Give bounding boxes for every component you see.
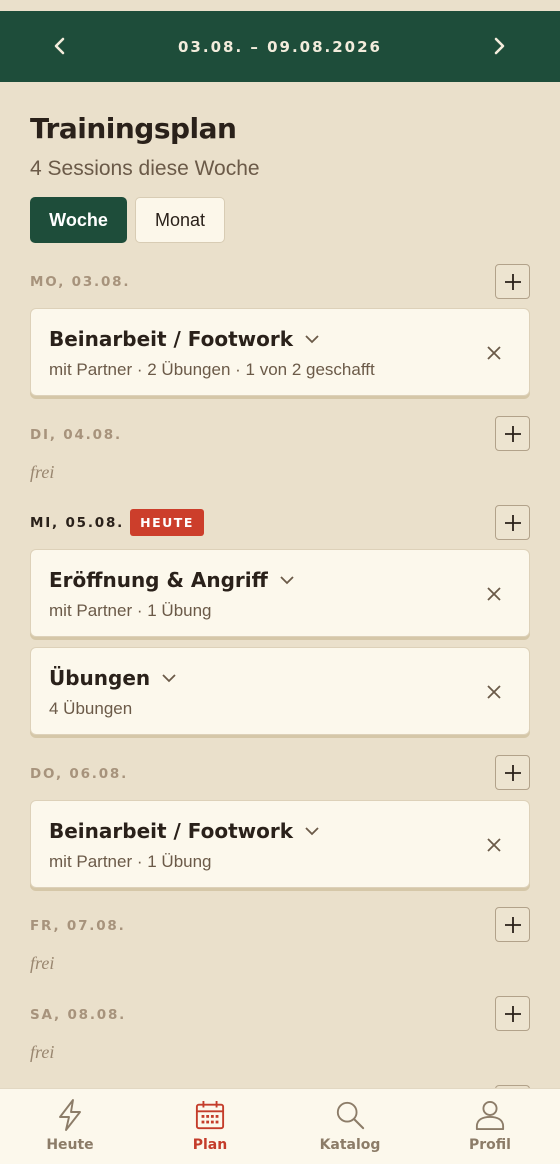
- session-title: Eröffnung & Angriff: [49, 568, 268, 592]
- chevron-down-icon[interactable]: [305, 334, 319, 344]
- session-card[interactable]: Eröffnung & Angriff mit Partner · 1 Übun…: [30, 549, 530, 637]
- chevron-left-icon: [54, 37, 65, 55]
- page-title: Trainingsplan: [30, 112, 237, 145]
- close-icon: [487, 838, 501, 852]
- view-week-button[interactable]: Woche: [30, 197, 127, 243]
- tab-label: Heute: [46, 1137, 94, 1153]
- session-meta: 4 Übungen: [49, 699, 133, 718]
- session-title: Beinarbeit / Footwork: [49, 819, 294, 843]
- today-badge: HEUTE: [130, 509, 204, 536]
- plus-icon: [504, 425, 521, 442]
- free-day-text: frei: [30, 1042, 55, 1062]
- add-session-button-monday[interactable]: [495, 264, 530, 299]
- day-label-friday: FR, 07.08.: [30, 918, 126, 934]
- chevron-right-icon: [494, 37, 505, 55]
- previous-week-button[interactable]: [42, 28, 78, 64]
- session-meta: mit Partner · 2 Übungen · 1 von 2 gescha…: [49, 360, 375, 379]
- tab-label: Plan: [192, 1137, 228, 1153]
- session-card[interactable]: Übungen 4 Übungen: [30, 647, 530, 735]
- remove-session-button[interactable]: [483, 681, 505, 703]
- week-range: 03.08. – 09.08.2026: [178, 37, 382, 56]
- add-session-button-tuesday[interactable]: [495, 416, 530, 451]
- free-day-text: frei: [30, 462, 55, 482]
- session-title-row: Übungen: [49, 666, 176, 690]
- day-label-saturday: SA, 08.08.: [30, 1007, 127, 1023]
- session-title: Übungen: [49, 666, 151, 690]
- add-session-button-wednesday[interactable]: [495, 505, 530, 540]
- plus-icon: [504, 1005, 521, 1022]
- user-icon: [475, 1099, 505, 1131]
- calendar-icon: [195, 1099, 225, 1131]
- close-icon: [487, 587, 501, 601]
- day-label-thursday: DO, 06.08.: [30, 766, 129, 782]
- add-session-button-thursday[interactable]: [495, 755, 530, 790]
- remove-session-button[interactable]: [483, 583, 505, 605]
- day-label-monday: MO, 03.08.: [30, 274, 131, 290]
- free-day-text: frei: [30, 953, 55, 973]
- remove-session-button[interactable]: [483, 834, 505, 856]
- week-header: 03.08. – 09.08.2026: [0, 11, 560, 82]
- add-session-button-friday[interactable]: [495, 907, 530, 942]
- chevron-down-icon[interactable]: [305, 826, 319, 836]
- day-label-wednesday: MI, 05.08.: [30, 515, 125, 531]
- lightning-icon: [55, 1099, 85, 1131]
- session-title-row: Eröffnung & Angriff: [49, 568, 294, 592]
- tab-heute[interactable]: Heute: [0, 1089, 140, 1164]
- tab-label: Profil: [469, 1137, 511, 1153]
- next-week-button[interactable]: [481, 28, 517, 64]
- page-subtitle: 4 Sessions diese Woche: [30, 157, 260, 180]
- search-icon: [335, 1099, 365, 1131]
- tab-profil[interactable]: Profil: [420, 1089, 560, 1164]
- plus-icon: [504, 916, 521, 933]
- tab-label: Katalog: [319, 1137, 381, 1153]
- chevron-down-icon[interactable]: [280, 575, 294, 585]
- session-meta: mit Partner · 1 Übung: [49, 601, 212, 620]
- plus-icon: [504, 764, 521, 781]
- add-session-button-saturday[interactable]: [495, 996, 530, 1031]
- session-title-row: Beinarbeit / Footwork: [49, 819, 319, 843]
- chevron-down-icon[interactable]: [162, 673, 176, 683]
- session-meta: mit Partner · 1 Übung: [49, 852, 212, 871]
- plus-icon: [504, 514, 521, 531]
- tab-plan[interactable]: Plan: [140, 1089, 280, 1164]
- session-title: Beinarbeit / Footwork: [49, 327, 294, 351]
- session-title-row: Beinarbeit / Footwork: [49, 327, 319, 351]
- status-bar-area: [0, 0, 560, 11]
- view-month-button[interactable]: Monat: [135, 197, 225, 243]
- close-icon: [487, 346, 501, 360]
- remove-session-button[interactable]: [483, 342, 505, 364]
- tab-katalog[interactable]: Katalog: [280, 1089, 420, 1164]
- session-card[interactable]: Beinarbeit / Footwork mit Partner · 2 Üb…: [30, 308, 530, 396]
- day-label-tuesday: DI, 04.08.: [30, 427, 122, 443]
- close-icon: [487, 685, 501, 699]
- bottom-tab-bar: Heute Plan Katalog Profil: [0, 1088, 560, 1164]
- plus-icon: [504, 273, 521, 290]
- session-card[interactable]: Beinarbeit / Footwork mit Partner · 1 Üb…: [30, 800, 530, 888]
